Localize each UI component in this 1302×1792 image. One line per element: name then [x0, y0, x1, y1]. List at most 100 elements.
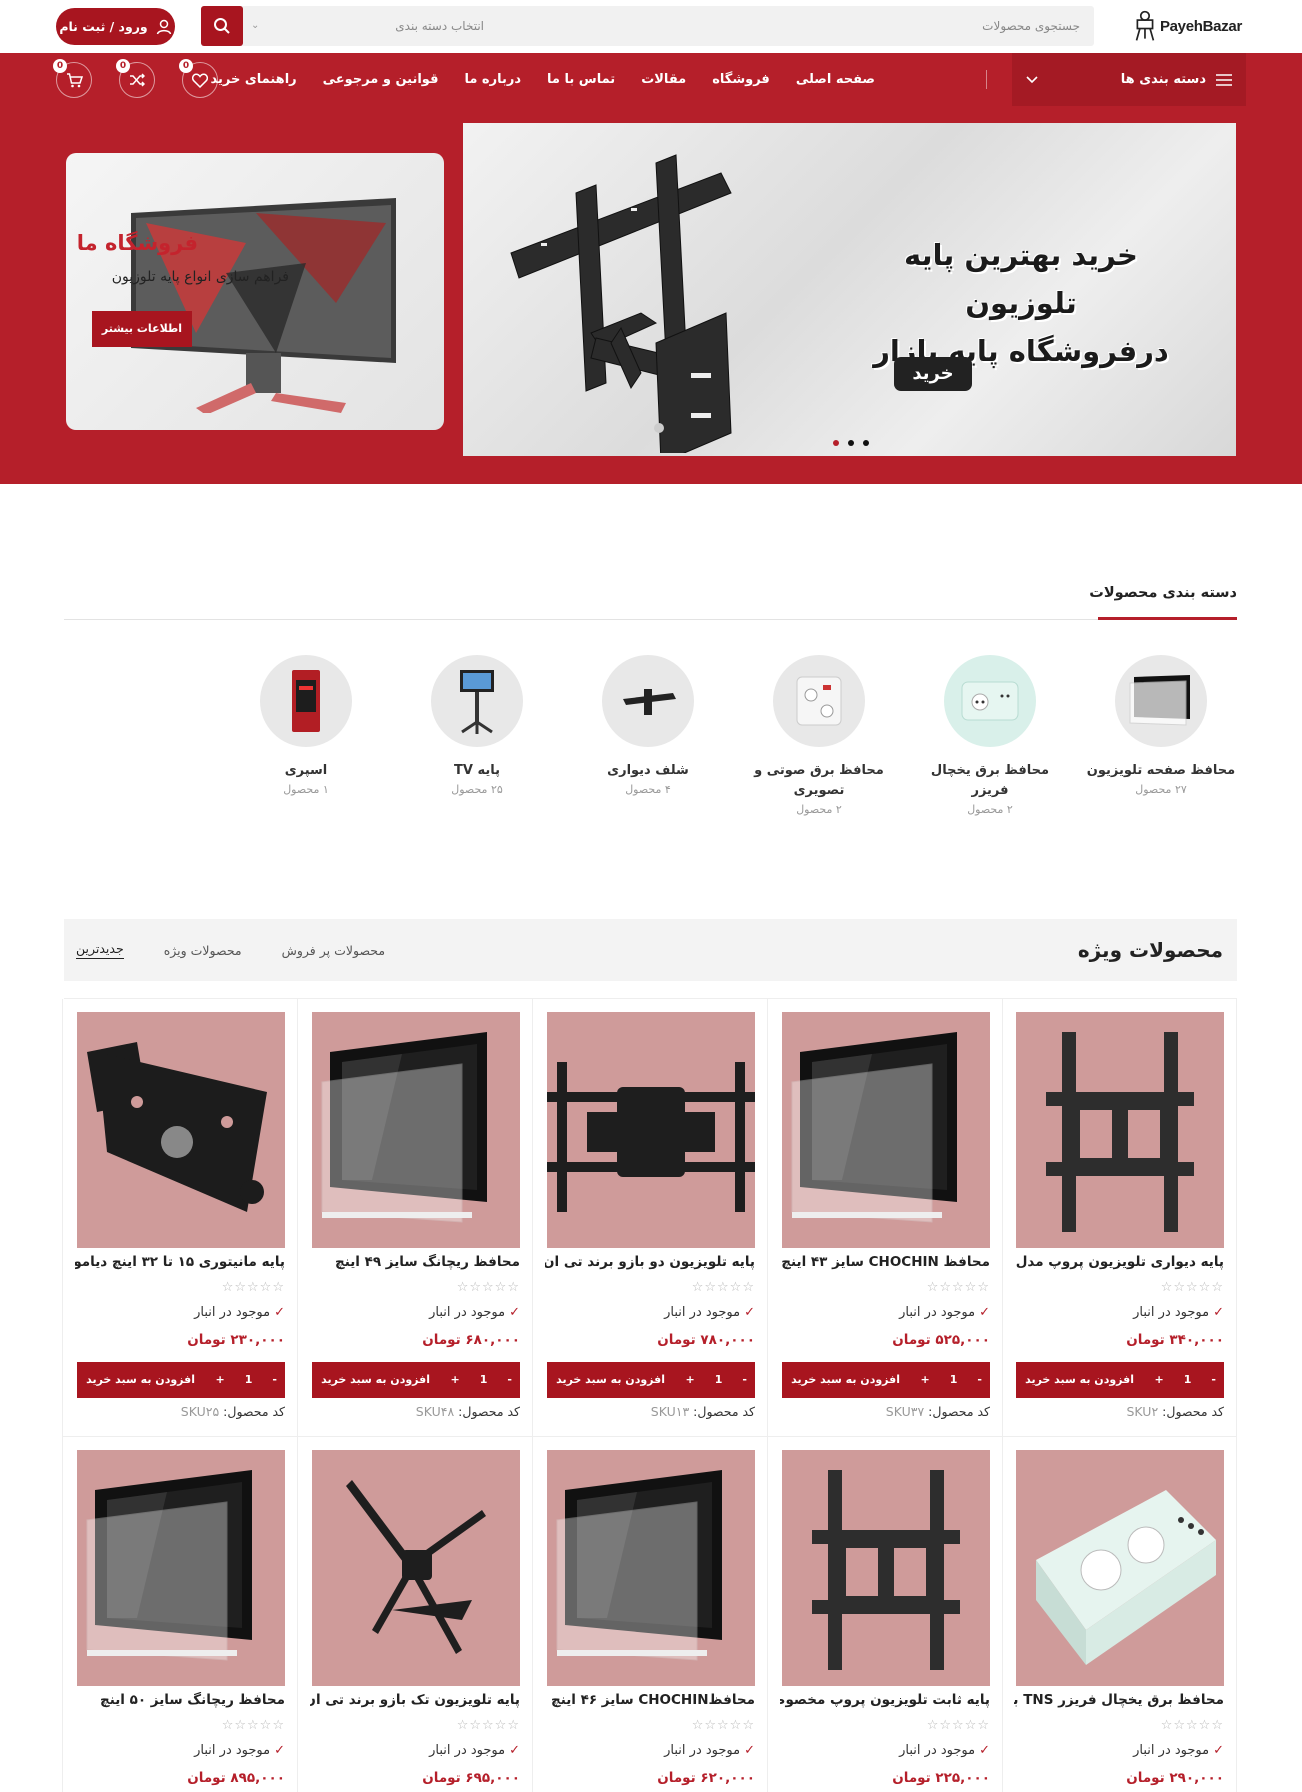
increment-button[interactable]: + — [686, 1362, 695, 1398]
add-to-cart-button[interactable]: افزودن به سبد خرید — [321, 1362, 430, 1398]
category-item[interactable]: پایه TV ۲۵ محصول — [402, 655, 552, 796]
login-register-button[interactable]: ورود / ثبت نام — [56, 8, 175, 45]
product-card[interactable]: پایه تلویزیون تک بازو برند تی ان اس ☆☆☆☆☆… — [297, 1437, 532, 1792]
category-item[interactable]: محافظ صفحه تلویزیون ۲۷ محصول — [1086, 655, 1236, 796]
cart-button[interactable]: 0 — [53, 59, 92, 98]
quantity-value[interactable]: 1 — [1184, 1362, 1192, 1398]
tab-featured[interactable]: محصولات ویژه — [164, 943, 242, 958]
quantity-value[interactable]: 1 — [480, 1362, 488, 1398]
star-rating: ☆☆☆☆☆ — [926, 1280, 990, 1295]
quantity-stepper[interactable]: -1 + — [451, 1362, 512, 1398]
slide-buy-button[interactable]: خرید — [894, 357, 972, 391]
compare-button[interactable]: 0 — [116, 59, 155, 98]
nav-link-shop[interactable]: فروشگاه — [712, 72, 770, 87]
mount-icon[interactable] — [1016, 1012, 1224, 1248]
product-name[interactable]: محافظ ریچانگ سایز ۴۹ اینچ — [310, 1254, 520, 1270]
chevron-down-icon[interactable]: ⌄ — [251, 6, 259, 46]
category-list: محافظ صفحه تلویزیون ۲۷ محصول محافظ برق ی… — [136, 655, 1236, 816]
product-name[interactable]: محافظ CHOCHIN سایز ۴۳ اینچ — [780, 1254, 990, 1270]
product-name[interactable]: پایه مانیتوری ۱۵ تا ۳۲ اینچ دیاموند — [75, 1254, 285, 1270]
slider-dot-active[interactable] — [833, 440, 839, 446]
nav-link-terms[interactable]: قوانین و مرجوعی — [323, 72, 439, 87]
product-name[interactable]: پایه تلویزیون دو بازو برند تی ان اس — [545, 1254, 755, 1270]
category-select[interactable]: انتخاب دسته بندی — [395, 6, 484, 46]
decrement-button[interactable]: - — [1211, 1362, 1216, 1398]
quantity-stepper[interactable]: -1 + — [686, 1362, 747, 1398]
section-divider — [64, 619, 1237, 620]
product-price: ۲۹۰,۰۰۰ تومان — [1126, 1770, 1224, 1786]
stock-label: موجود در انبار — [1133, 1743, 1210, 1758]
category-item[interactable]: اسپری ۱ محصول — [231, 655, 381, 796]
quantity-value[interactable]: 1 — [950, 1362, 958, 1398]
decrement-button[interactable]: - — [507, 1362, 512, 1398]
promo-more-info-button[interactable]: اطلاعات بیشتر — [92, 311, 192, 347]
category-item[interactable]: محافظ برق صوتی و تصویری ۲ محصول — [744, 655, 894, 816]
product-name[interactable]: پایه دیواری تلویزیون پروپ مدل — [1014, 1254, 1224, 1270]
category-item[interactable]: شلف دیواری ۴ محصول — [573, 655, 723, 796]
quantity-stepper[interactable]: -1 + — [1155, 1362, 1216, 1398]
increment-button[interactable]: + — [1155, 1362, 1164, 1398]
product-card[interactable]: پایه تلویزیون دو بازو برند تی ان اس ☆☆☆☆☆… — [532, 999, 767, 1437]
add-to-cart-button[interactable]: افزودن به سبد خرید — [556, 1362, 665, 1398]
site-logo[interactable]: PayehBazar — [1134, 6, 1242, 46]
decrement-button[interactable]: - — [742, 1362, 747, 1398]
product-name[interactable]: پایه تلویزیون تک بازو برند تی ان اس — [310, 1692, 520, 1708]
slider-dot[interactable] — [848, 440, 854, 446]
vesa-icon[interactable] — [77, 1012, 285, 1248]
product-name[interactable]: محافظ برق یخچال فریزر TNS با — [1014, 1692, 1224, 1708]
single-arm-icon[interactable] — [312, 1450, 520, 1686]
nav-link-guide[interactable]: راهنمای خرید — [210, 72, 296, 87]
product-card[interactable]: پایه مانیتوری ۱۵ تا ۳۲ اینچ دیاموند ☆☆☆☆☆… — [62, 999, 297, 1437]
hero-slider[interactable]: خرید بهترین پایه تلوزیون درفروشگاه پایه … — [463, 123, 1236, 456]
screen-icon[interactable] — [312, 1012, 520, 1248]
category-item[interactable]: محافظ برق یخچال فریزر ۲ محصول — [915, 655, 1065, 816]
spray-icon — [260, 655, 352, 747]
nav-link-articles[interactable]: مقالات — [641, 72, 686, 87]
increment-button[interactable]: + — [921, 1362, 930, 1398]
product-card[interactable]: محافظ برق یخچال فریزر TNS با ☆☆☆☆☆ ✓موجود … — [1002, 1437, 1237, 1792]
product-card[interactable]: محافظ CHOCHIN سایز ۴۳ اینچ ☆☆☆☆☆ ✓موجود در… — [767, 999, 1002, 1437]
wishlist-button[interactable]: 0 — [179, 59, 218, 98]
quantity-stepper[interactable]: -1 + — [216, 1362, 277, 1398]
nav-link-contact[interactable]: تماس با ما — [547, 72, 615, 87]
product-name[interactable]: پایه ثابت تلویزیون پروپ مخصوص — [780, 1692, 990, 1708]
product-grid: پایه دیواری تلویزیون پروپ مدل ☆☆☆☆☆ ✓موجود… — [62, 998, 1237, 1792]
mount-icon[interactable] — [782, 1450, 990, 1686]
add-to-cart-button[interactable]: افزودن به سبد خرید — [791, 1362, 900, 1398]
category-name: محافظ برق یخچال فریزر — [930, 763, 1050, 798]
search-input[interactable]: جستجوی محصولات — [982, 6, 1080, 46]
tab-bestsellers[interactable]: محصولات پر فروش — [282, 943, 385, 958]
product-name[interactable]: محافظCHOCHIN سایز ۴۶ اینچ — [545, 1692, 755, 1708]
categories-menu[interactable]: دسته بندی ها — [1012, 53, 1246, 106]
nav-link-about[interactable]: درباره ما — [464, 72, 521, 87]
product-name[interactable]: محافظ ریچانگ سایز ۵۰ اینچ — [75, 1692, 285, 1708]
double-arm-icon[interactable] — [547, 1012, 755, 1248]
product-card[interactable]: محافظ ریچانگ سایز ۵۰ اینچ ☆☆☆☆☆ ✓موجود در … — [62, 1437, 297, 1792]
category-count: ۲۵ محصول — [451, 783, 503, 796]
screen-icon[interactable] — [547, 1450, 755, 1686]
decrement-button[interactable]: - — [977, 1362, 982, 1398]
screen-icon[interactable] — [782, 1012, 990, 1248]
check-icon: ✓ — [979, 1305, 990, 1320]
decrement-button[interactable]: - — [272, 1362, 277, 1398]
cart-count-badge: 0 — [53, 59, 67, 73]
stock-label: موجود در انبار — [899, 1305, 976, 1320]
product-card[interactable]: محافظ ریچانگ سایز ۴۹ اینچ ☆☆☆☆☆ ✓موجود در … — [297, 999, 532, 1437]
nav-link-home[interactable]: صفحه اصلی — [796, 72, 875, 87]
add-to-cart-button[interactable]: افزودن به سبد خرید — [1025, 1362, 1134, 1398]
search-button[interactable] — [201, 6, 243, 46]
increment-button[interactable]: + — [451, 1362, 460, 1398]
quantity-value[interactable]: 1 — [715, 1362, 723, 1398]
screen-icon[interactable] — [77, 1450, 285, 1686]
tab-newest[interactable]: جدیدترین — [76, 941, 124, 959]
quantity-stepper[interactable]: -1 + — [921, 1362, 982, 1398]
socket-icon[interactable] — [1016, 1450, 1224, 1686]
product-card[interactable]: محافظCHOCHIN سایز ۴۶ اینچ ☆☆☆☆☆ ✓موجود در … — [532, 1437, 767, 1792]
product-card[interactable]: پایه ثابت تلویزیون پروپ مخصوص ☆☆☆☆☆ ✓موجود… — [767, 1437, 1002, 1792]
slider-dot[interactable] — [863, 440, 869, 446]
increment-button[interactable]: + — [216, 1362, 225, 1398]
add-to-cart-button[interactable]: افزودن به سبد خرید — [86, 1362, 195, 1398]
sku-value: SKU۳۷ — [885, 1404, 925, 1419]
quantity-value[interactable]: 1 — [245, 1362, 253, 1398]
product-card[interactable]: پایه دیواری تلویزیون پروپ مدل ☆☆☆☆☆ ✓موجود… — [1002, 999, 1237, 1437]
